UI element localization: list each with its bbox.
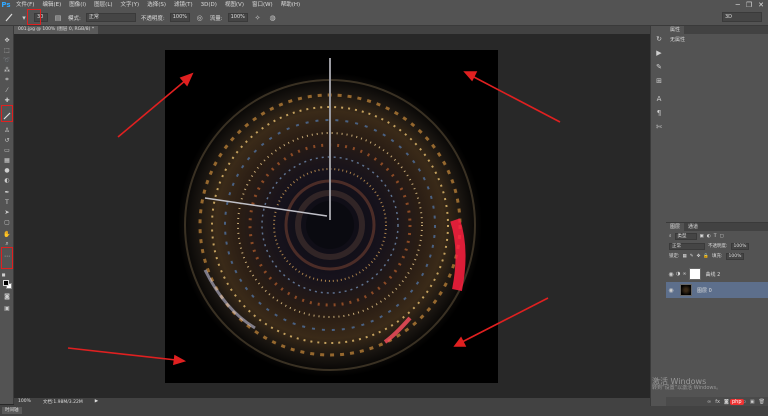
filter-adjust-icon[interactable]: ◐ xyxy=(707,234,711,239)
no-properties-text: 无属性 xyxy=(670,37,686,43)
delete-layer-icon[interactable]: 🗑 xyxy=(759,399,765,405)
history-icon[interactable]: ↻ xyxy=(654,34,664,43)
bottom-panel-strip: 时间轴 xyxy=(0,405,768,416)
visibility-eye-icon[interactable]: ◉ xyxy=(666,287,676,294)
lock-row: 锁定: ▦ ✎ ✥ 🔒 填充: 100% xyxy=(666,251,768,261)
filter-type-icon[interactable]: T xyxy=(714,234,717,239)
new-layer-icon[interactable]: ▣ xyxy=(750,399,755,405)
layer-name: 曲线 2 xyxy=(705,271,721,278)
status-arrow-icon[interactable]: ▶ xyxy=(95,399,98,404)
fill-label: 填充: xyxy=(711,254,723,259)
properties-tabs: 属性 xyxy=(666,26,768,34)
fill-field[interactable]: 100% xyxy=(725,252,744,260)
lock-move-icon[interactable]: ✥ xyxy=(697,254,701,259)
right-panels: 属性 无属性 图层 通道 ⌕ 类型 ▣ ◐ T ▢ 正常 不透明度: 100% … xyxy=(666,26,768,406)
zoom-level[interactable]: 100% xyxy=(18,399,31,404)
layer-row-layer0[interactable]: ◉ 图层 0 xyxy=(666,282,768,298)
filter-kind-icon: ⌕ xyxy=(669,234,672,239)
link-icon: ∞ xyxy=(682,271,687,277)
layer-thumbnail xyxy=(680,284,692,296)
panel-icon-strip: ↻ ▶ ✎ ⊞ A ¶ ✄ xyxy=(650,26,666,406)
link-layers-icon[interactable]: ∞ xyxy=(707,399,711,405)
tab-layers[interactable]: 图层 xyxy=(666,223,685,231)
layer-opacity-label: 不透明度: xyxy=(708,244,728,249)
actions-icon[interactable]: ▶ xyxy=(654,48,664,57)
php-badge: php xyxy=(730,399,744,405)
clone-source-icon[interactable]: ⊞ xyxy=(654,76,664,85)
layer-opacity-field[interactable]: 100% xyxy=(730,242,749,250)
lock-transparency-icon[interactable]: ▦ xyxy=(683,254,687,259)
layers-tabs: 图层 通道 xyxy=(666,223,768,231)
lock-label: 锁定: xyxy=(669,254,680,259)
character-icon[interactable]: A xyxy=(654,94,664,103)
tool-presets-icon[interactable]: ✄ xyxy=(654,122,664,131)
brush-settings-icon[interactable]: ✎ xyxy=(654,62,664,71)
filter-shape-icon[interactable]: ▢ xyxy=(719,234,723,239)
layer-mask-thumbnail xyxy=(688,268,701,280)
adjustment-layer-icon: ◑ xyxy=(676,271,681,277)
windows-activation-watermark: 激活 Windows 转到“设置”以激活 Windows。 xyxy=(652,377,721,392)
layer-name: 图层 0 xyxy=(697,287,712,294)
layer-style-icon[interactable]: fx xyxy=(715,399,720,405)
properties-body: 无属性 xyxy=(666,34,768,222)
status-bar: 100% 文档:1.98M/3.22M ▶ xyxy=(14,398,650,405)
layer-filter-row: ⌕ 类型 ▣ ◐ T ▢ xyxy=(666,231,768,241)
layer-kind-select[interactable]: 类型 xyxy=(674,232,697,240)
blend-row: 正常 不透明度: 100% xyxy=(666,241,768,251)
watermark-subtitle: 转到“设置”以激活 Windows。 xyxy=(652,385,722,392)
visibility-eye-icon[interactable]: ◉ xyxy=(666,271,676,278)
lock-brush-icon[interactable]: ✎ xyxy=(690,254,694,259)
filter-pixel-icon[interactable]: ▣ xyxy=(700,234,704,239)
add-mask-icon[interactable]: ◙ xyxy=(724,399,729,405)
blend-mode-select[interactable]: 正常 xyxy=(669,242,705,250)
layers-footer: ∞ fx ◙ ◐ ▭ ▣ 🗑 xyxy=(666,397,768,406)
timeline-tab[interactable]: 时间轴 xyxy=(2,407,22,414)
lock-all-icon[interactable]: 🔒 xyxy=(703,254,709,259)
properties-tab[interactable]: 属性 xyxy=(666,26,685,34)
paragraph-icon[interactable]: ¶ xyxy=(654,108,664,117)
layer-row-curves[interactable]: ◉ ◑ ∞ 曲线 2 xyxy=(666,266,768,282)
document-info: 文档:1.98M/3.22M xyxy=(42,399,83,405)
tab-channels[interactable]: 通道 xyxy=(684,223,702,231)
